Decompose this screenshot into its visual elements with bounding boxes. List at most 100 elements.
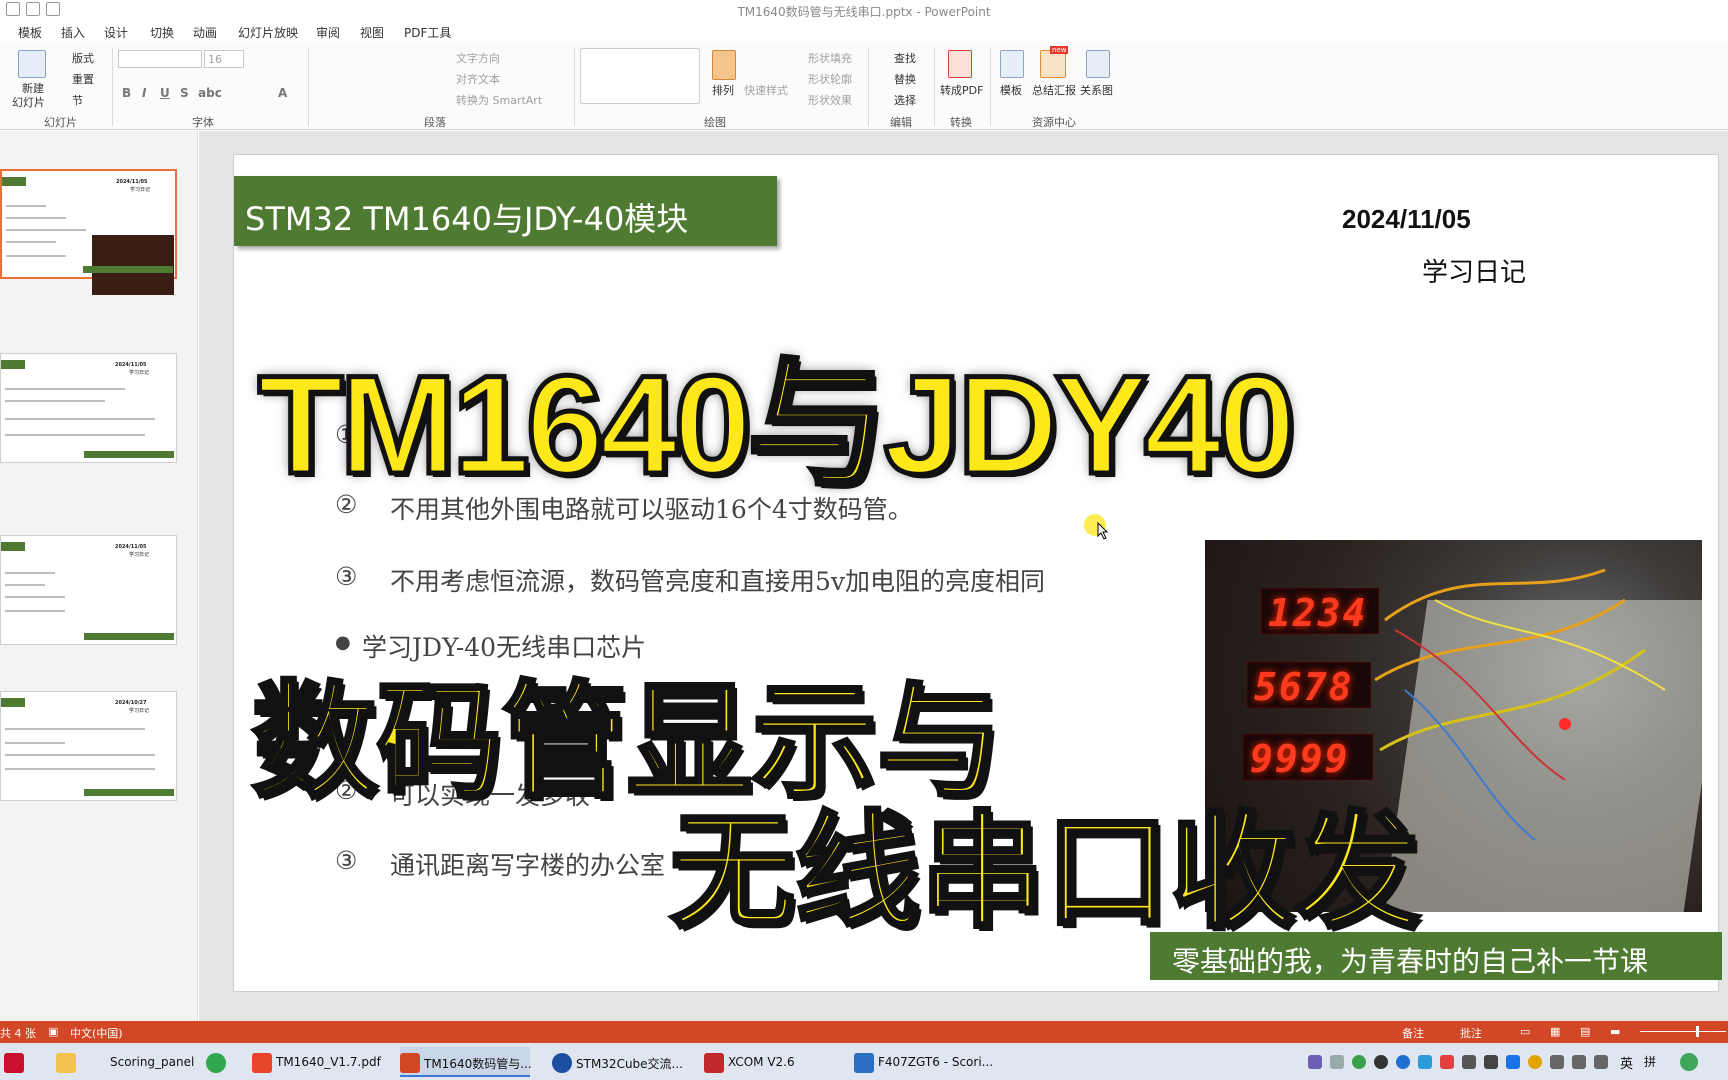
thumb-date: 2024/11/05 [115, 544, 147, 550]
slide-count: 共 4 张 [0, 1027, 36, 1040]
slide-title-banner[interactable]: STM32 TM1640与JDY-40模块 [234, 176, 777, 246]
chrome-icon[interactable] [1374, 1055, 1388, 1069]
align-text-button[interactable]: 对齐文本 [456, 71, 500, 87]
relation-button[interactable]: 关系图 [1080, 82, 1113, 98]
update-icon[interactable] [1528, 1055, 1542, 1069]
taskbar-app-powerpoint[interactable]: TM1640数码管与... [400, 1047, 532, 1077]
font-color-icon[interactable]: A [278, 86, 287, 100]
template-icon[interactable] [1000, 50, 1024, 78]
usb-icon[interactable] [1330, 1055, 1344, 1069]
reset-button[interactable]: 重置 [72, 71, 94, 87]
tab-animations[interactable]: 动画 [193, 24, 217, 41]
volume-icon[interactable] [1572, 1055, 1586, 1069]
thumb-date: 2024/11/05 [115, 362, 147, 368]
display-icon[interactable] [1462, 1055, 1476, 1069]
taskbar-app-xcom[interactable]: XCOM V2.6 [704, 1047, 814, 1077]
arrange-button[interactable]: 排列 [712, 82, 734, 98]
zoom-slider-thumb[interactable] [1696, 1026, 1699, 1037]
tab-review[interactable]: 审阅 [316, 24, 340, 41]
slide-date[interactable]: 2024/11/05 [1342, 204, 1471, 235]
ime-mode-icon[interactable] [1594, 1055, 1608, 1069]
wechat-icon[interactable] [1352, 1055, 1366, 1069]
tab-template[interactable]: 模板 [18, 24, 42, 41]
template-button[interactable]: 模板 [1000, 82, 1022, 98]
zoom-slider[interactable] [1640, 1031, 1726, 1032]
notes-button[interactable]: 备注 [1402, 1025, 1424, 1041]
arrange-icon[interactable] [712, 50, 736, 80]
slide-thumbnail-panel[interactable]: 2024/11/05 学习日记 2024/11/05 学习日记 2024/11/… [0, 131, 198, 1021]
new-slide-label2[interactable]: 幻灯片 [12, 94, 45, 110]
reading-view-icon[interactable]: ▤ [1580, 1025, 1590, 1038]
ime-pinyin[interactable]: 拼 [1644, 1053, 1656, 1070]
taskbar-app-explorer[interactable]: Scoring_panel [56, 1047, 196, 1077]
paragraph-group-label: 段落 [424, 116, 446, 129]
normal-view-icon[interactable]: ▭ [1520, 1025, 1530, 1038]
bold-icon[interactable]: B [122, 86, 131, 100]
bluetooth-icon[interactable] [1506, 1055, 1520, 1069]
slide-thumbnail-2[interactable]: 2024/11/05 学习日记 [0, 353, 177, 463]
slide-thumbnail-3[interactable]: 2024/11/05 学习日记 [0, 535, 177, 645]
network-app-icon[interactable] [1396, 1055, 1410, 1069]
taskbar-app-solidworks[interactable] [4, 1047, 36, 1077]
comments-button[interactable]: 批注 [1460, 1025, 1482, 1041]
thumb-subtitle: 学习日记 [129, 708, 150, 714]
layout-button[interactable]: 版式 [72, 50, 94, 66]
shadow-icon[interactable]: S [180, 86, 189, 100]
shape-fill-button[interactable]: 形状填充 [808, 50, 852, 66]
bullet-text[interactable]: 通讯距离写字楼的办公室 [390, 846, 665, 882]
shape-outline-button[interactable]: 形状轮廓 [808, 71, 852, 87]
find-button[interactable]: 查找 [894, 50, 916, 66]
ime-language[interactable]: 英 [1620, 1053, 1633, 1072]
tray-app-icon[interactable] [1308, 1055, 1322, 1069]
font-name-combo[interactable] [118, 50, 202, 68]
slideshow-icon[interactable]: ▬ [1610, 1025, 1620, 1038]
qq-icon[interactable] [1418, 1055, 1432, 1069]
slide-thumbnail-4[interactable]: 2024/10/27 学习日记 [0, 691, 177, 801]
recorder-icon[interactable] [1440, 1055, 1454, 1069]
tab-pdf-tools[interactable]: PDF工具 [404, 24, 451, 41]
shapes-gallery[interactable] [580, 48, 700, 104]
solidworks-icon [4, 1053, 24, 1073]
tab-design[interactable]: 设计 [104, 24, 128, 41]
microphone-icon[interactable] [1484, 1055, 1498, 1069]
select-button[interactable]: 选择 [894, 92, 916, 108]
strikethrough-icon[interactable]: abc [198, 86, 222, 100]
taskbar-app-ie[interactable] [206, 1047, 230, 1077]
thumb-subtitle: 学习日记 [129, 370, 150, 376]
relation-icon[interactable] [1086, 50, 1110, 78]
tab-insert[interactable]: 插入 [61, 24, 85, 41]
slides-group-label: 幻灯片 [44, 116, 77, 129]
summary-button[interactable]: 总结汇报 [1032, 82, 1076, 98]
smartart-button[interactable]: 转换为 SmartArt [456, 92, 542, 108]
wifi-icon[interactable] [1550, 1055, 1564, 1069]
taskbar-app-ide[interactable]: F407ZGT6 - Scori... [854, 1047, 993, 1077]
new-slide-icon[interactable] [18, 50, 46, 78]
taskbar-app-stm32cube[interactable]: STM32Cube交流... [552, 1047, 683, 1077]
shape-effects-button[interactable]: 形状效果 [808, 92, 852, 108]
tab-transitions[interactable]: 切换 [150, 24, 174, 41]
to-pdf-button[interactable]: 转成PDF [940, 82, 983, 98]
font-size-combo[interactable]: 16 [204, 50, 244, 68]
section-button[interactable]: 节 [72, 92, 83, 108]
thumb-date: 2024/10/27 [115, 700, 147, 706]
assistant-icon[interactable] [1680, 1053, 1698, 1071]
slide-thumbnail-1[interactable]: 2024/11/05 学习日记 [0, 169, 177, 295]
underline-icon[interactable]: U [160, 86, 170, 100]
tab-view[interactable]: 视图 [360, 24, 384, 41]
summary-icon[interactable] [1040, 50, 1066, 78]
quick-styles-button[interactable]: 快速样式 [744, 82, 788, 98]
browser-icon [206, 1053, 226, 1073]
tab-slideshow[interactable]: 幻灯片放映 [238, 24, 298, 41]
bullet-text[interactable]: 不用考虑恒流源，数码管亮度和直接用5v加电阻的亮度相同 [390, 562, 1045, 598]
pdf-icon[interactable] [948, 50, 972, 78]
language-status[interactable]: 中文(中国) [70, 1025, 123, 1041]
slide-sorter-icon[interactable]: ▦ [1550, 1025, 1560, 1038]
editing-group-label: 编辑 [890, 116, 912, 129]
text-direction-button[interactable]: 文字方向 [456, 50, 500, 66]
slide-title: STM32 TM1640与JDY-40模块 [245, 200, 689, 238]
italic-icon[interactable]: I [142, 86, 146, 100]
slide-subtitle[interactable]: 学习日记 [1422, 252, 1526, 289]
taskbar-app-pdf[interactable]: TM1640_V1.7.pdf [252, 1047, 382, 1077]
spell-check-icon[interactable]: ▣ [48, 1025, 58, 1038]
replace-button[interactable]: 替换 [894, 71, 916, 87]
